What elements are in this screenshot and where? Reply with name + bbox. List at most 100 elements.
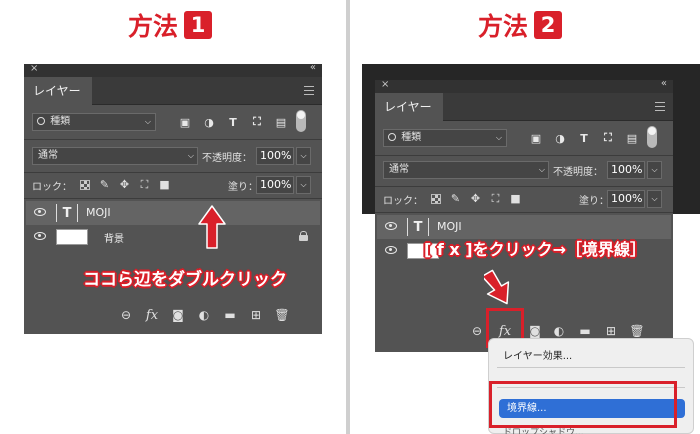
close-icon[interactable]: × [30,63,38,74]
eye-icon[interactable] [385,222,397,230]
image-filter-icon[interactable]: ▣ [529,131,543,145]
type-filter-icon[interactable]: T [226,115,240,129]
filter-kind-label: 種類 [50,116,71,127]
mask-icon[interactable]: ◙ [170,307,186,323]
image-filter-icon[interactable]: ▣ [178,115,192,129]
lock-all-icon[interactable]: ■ [509,192,522,205]
opacity-label: 不透明度： [202,153,252,164]
filter-kind-label: 種類 [401,132,422,143]
lock-row: ロック： ✎ ✥ ⛶ ■ 塗り： 100% ⌵ [383,190,667,208]
method-2-number-badge: 2 [534,11,563,39]
lock-transparency-icon[interactable] [78,178,91,191]
method-2-label: 方法 [478,12,529,41]
folder-icon[interactable]: ▬ [577,323,593,339]
opacity-dropdown[interactable]: ⌵ [647,161,662,179]
blend-mode-value: 通常 [38,150,58,161]
trash-icon[interactable]: 🗑 [274,307,290,323]
lock-label: ロック： [383,196,423,207]
filter-toggle[interactable] [296,110,306,132]
adjustment-filter-icon[interactable]: ◑ [202,115,216,129]
annotation-double-click: ココら辺をダブルクリック [83,270,287,290]
tab-layers[interactable]: レイヤー [375,93,443,122]
new-layer-icon[interactable]: ⊞ [248,307,264,323]
text-layer-thumbnail-icon: T [56,204,78,222]
link-icon[interactable]: ⊖ [118,307,134,323]
collapse-icon[interactable]: « [310,62,316,73]
opacity-dropdown[interactable]: ⌵ [296,147,311,165]
chevron-down-icon: ⌵ [538,165,545,174]
fill-dropdown[interactable]: ⌵ [296,176,311,194]
fill-dropdown[interactable]: ⌵ [647,190,662,208]
filter-toggle[interactable] [647,126,657,148]
panel-menu-icon[interactable] [304,86,314,95]
adjustment-layer-icon[interactable]: ◐ [551,323,567,339]
annotation-click-fx: [ f x ]をクリック→［境界線］ [424,240,647,259]
opacity-label: 不透明度： [553,167,603,178]
layer-row-moji[interactable]: T MOJI [26,201,320,225]
filter-kind-select[interactable]: 種類 ⌵ [32,113,156,131]
menu-item-layer-effects[interactable]: レイヤー効果... [503,347,572,362]
fill-label: 塗り： [228,182,258,193]
trash-icon[interactable]: 🗑 [629,323,645,339]
layer-name: MOJI [437,220,462,233]
filter-kind-select[interactable]: 種類 ⌵ [383,129,507,147]
fx-icon[interactable]: fx [144,307,160,323]
lock-row: ロック： ✎ ✥ ⛶ ■ 塗り： 100% ⌵ [32,176,316,194]
lock-transparency-icon[interactable] [429,192,442,205]
blend-mode-select[interactable]: 通常 ⌵ [383,161,549,179]
panel-bottom-toolbar: ⊖ fx ◙ ◐ ▬ ⊞ 🗑 [24,300,322,330]
lock-move-icon[interactable]: ✥ [469,192,482,205]
lock-all-icon[interactable]: ■ [158,178,171,191]
adjustment-filter-icon[interactable]: ◑ [553,131,567,145]
mask-icon[interactable]: ◙ [527,323,543,339]
close-icon[interactable]: × [381,79,389,90]
layer-row-background[interactable]: 背景 [26,225,320,249]
adjustment-layer-icon[interactable]: ◐ [196,307,212,323]
filter-row: 種類 ⌵ ▣ ◑ T ⛶ ▤ [383,126,665,148]
layer-name: MOJI [86,206,111,219]
lock-artboard-icon[interactable]: ⛶ [138,178,151,191]
chevron-down-icon: ⌵ [144,117,151,126]
fill-input[interactable]: 100% [607,190,645,208]
eye-icon[interactable] [34,208,46,216]
eye-icon[interactable] [385,246,397,254]
method-1-label: 方法 [128,12,179,41]
new-layer-icon[interactable]: ⊞ [603,323,619,339]
panel-titlebar: × « [24,62,322,77]
smart-object-filter-icon[interactable]: ▤ [625,131,639,145]
smart-object-filter-icon[interactable]: ▤ [274,115,288,129]
type-filter-icon[interactable]: T [577,131,591,145]
divider [24,172,322,173]
link-icon[interactable]: ⊖ [469,323,485,339]
opacity-input[interactable]: 100% [607,161,645,179]
background-thumbnail [56,229,88,245]
collapse-icon[interactable]: « [661,78,667,89]
method-1-number-badge: 1 [184,11,213,39]
arrow-up-icon [198,205,226,249]
folder-icon[interactable]: ▬ [222,307,238,323]
blend-mode-value: 通常 [389,164,409,175]
eye-icon[interactable] [34,232,46,240]
panel-menu-icon[interactable] [655,102,665,111]
lock-artboard-icon[interactable]: ⛶ [489,192,502,205]
text-layer-thumbnail-icon: T [407,218,429,236]
lock-brush-icon[interactable]: ✎ [98,178,111,191]
divider [24,198,322,199]
lock-icon [299,231,308,241]
fill-input[interactable]: 100% [256,176,294,194]
lock-move-icon[interactable]: ✥ [118,178,131,191]
arrow-down-icon [484,269,510,305]
chevron-down-icon: ⌵ [495,133,502,142]
blend-mode-select[interactable]: 通常 ⌵ [32,147,198,165]
method-2-heading: 方法 2 [478,8,563,42]
shape-filter-icon[interactable]: ⛶ [601,131,615,145]
filter-row: 種類 ⌵ ▣ ◑ T ⛶ ▤ [32,110,314,132]
opacity-input[interactable]: 100% [256,147,294,165]
column-divider [346,0,350,434]
panel-tabbar: レイヤー [24,77,322,106]
search-icon [37,117,45,125]
lock-brush-icon[interactable]: ✎ [449,192,462,205]
shape-filter-icon[interactable]: ⛶ [250,115,264,129]
tab-layers[interactable]: レイヤー [24,77,92,106]
lock-label: ロック： [32,182,72,193]
